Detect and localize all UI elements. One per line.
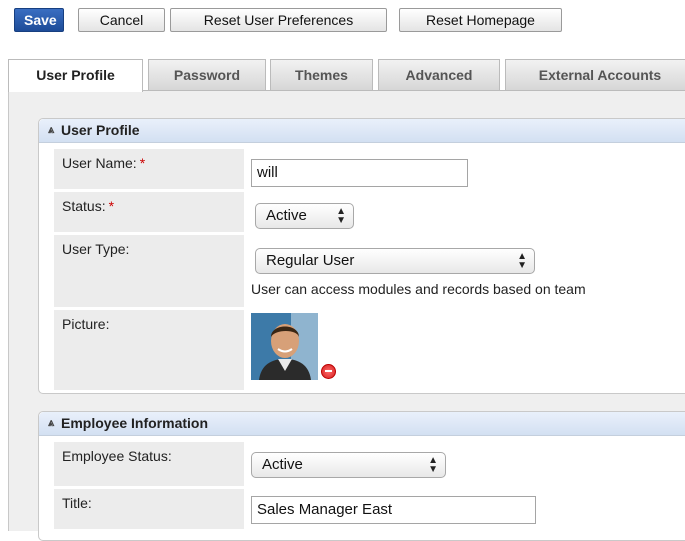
- status-select[interactable]: Active ▲ ▼: [255, 203, 354, 229]
- status-label: Status:: [62, 198, 106, 214]
- select-arrows-icon: ▲ ▼: [336, 206, 346, 226]
- employee-information-header[interactable]: ⩓ Employee Information: [39, 412, 685, 436]
- user-profile-title: User Profile: [61, 122, 140, 138]
- user-name-label: User Name:: [62, 155, 137, 171]
- remove-picture-icon[interactable]: [321, 364, 336, 379]
- select-arrows-icon: ▲ ▼: [517, 251, 527, 271]
- tab-external-accounts[interactable]: External Accounts: [505, 59, 685, 90]
- employee-status-select[interactable]: Active ▲ ▼: [251, 452, 446, 478]
- status-label-cell: Status: *: [54, 192, 244, 232]
- chevron-double-up-icon[interactable]: ⩓: [48, 412, 54, 434]
- user-name-label-cell: User Name: *: [54, 149, 244, 189]
- title-input[interactable]: Sales Manager East: [251, 496, 536, 524]
- picture-label: Picture:: [62, 316, 110, 332]
- employee-status-label: Employee Status:: [62, 448, 172, 464]
- tab-advanced[interactable]: Advanced: [378, 59, 500, 90]
- user-type-label: User Type:: [62, 241, 130, 257]
- user-type-helper: User can access modules and records base…: [251, 281, 586, 297]
- required-marker: *: [139, 155, 146, 171]
- status-select-value: Active: [266, 207, 307, 224]
- user-type-select[interactable]: Regular User ▲ ▼: [255, 248, 535, 274]
- user-avatar: [251, 313, 318, 380]
- tab-themes[interactable]: Themes: [270, 59, 373, 90]
- employee-information-panel: ⩓ Employee Information Employee Status: …: [38, 411, 685, 541]
- user-profile-header[interactable]: ⩓ User Profile: [39, 119, 685, 143]
- user-name-input[interactable]: will: [251, 159, 468, 187]
- required-marker: *: [108, 198, 115, 214]
- title-label-cell: Title:: [54, 489, 244, 529]
- reset-user-preferences-button[interactable]: Reset User Preferences: [170, 8, 387, 32]
- cancel-button[interactable]: Cancel: [78, 8, 165, 32]
- title-label: Title:: [62, 495, 92, 511]
- picture-label-cell: Picture:: [54, 310, 244, 390]
- save-button[interactable]: Save: [14, 8, 64, 32]
- reset-homepage-button[interactable]: Reset Homepage: [399, 8, 562, 32]
- employee-status-select-value: Active: [262, 456, 303, 473]
- select-arrows-icon: ▲ ▼: [428, 455, 438, 475]
- tab-password[interactable]: Password: [148, 59, 266, 90]
- user-type-select-value: Regular User: [266, 252, 355, 269]
- user-profile-panel: ⩓ User Profile User Name: * will Status: *…: [38, 118, 685, 394]
- user-type-label-cell: User Type:: [54, 235, 244, 307]
- employee-status-label-cell: Employee Status:: [54, 442, 244, 486]
- tab-user-profile[interactable]: User Profile: [8, 59, 143, 92]
- employee-information-title: Employee Information: [61, 415, 209, 431]
- chevron-double-up-icon[interactable]: ⩓: [48, 119, 54, 141]
